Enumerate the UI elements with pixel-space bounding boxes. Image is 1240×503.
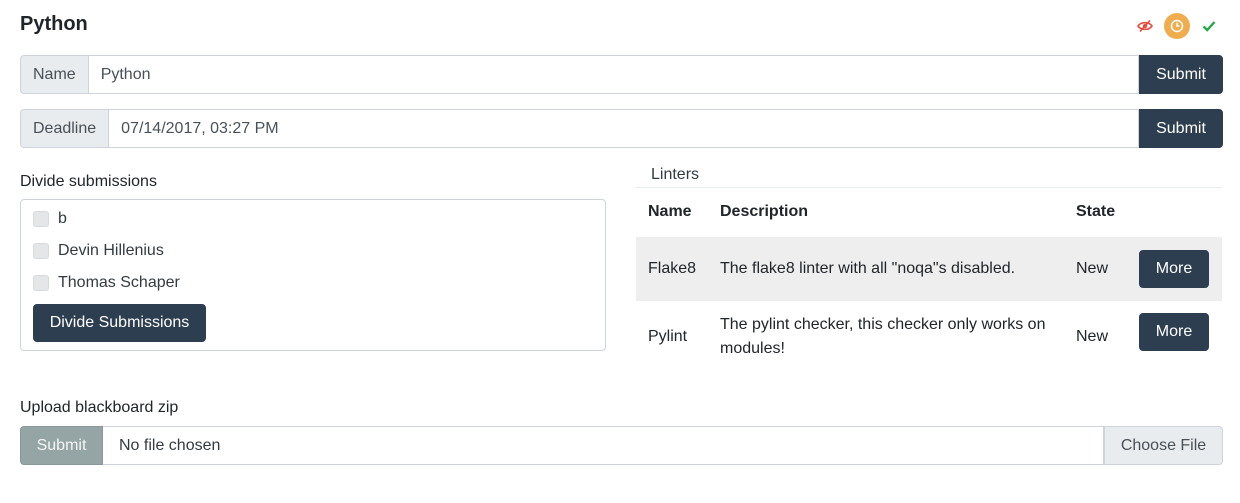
- upload-form: Submit No file chosen Choose File: [20, 426, 1223, 465]
- linter-state: New: [1076, 328, 1109, 345]
- linter-name: Pylint: [648, 328, 688, 345]
- hidden-eye-icon[interactable]: [1132, 13, 1158, 39]
- choose-file-button[interactable]: Choose File: [1104, 426, 1223, 465]
- user-label: b: [58, 210, 67, 227]
- divide-submissions-panel: b Devin Hillenius Thomas Schaper Divide …: [20, 199, 606, 351]
- column-header-name: Name: [648, 203, 692, 220]
- divide-submissions-button[interactable]: Divide Submissions: [33, 304, 206, 342]
- deadline-label: Deadline: [20, 109, 109, 148]
- assignment-status-icons: [1132, 13, 1222, 39]
- user-checkbox[interactable]: [33, 211, 49, 227]
- linter-description: The flake8 linter with all "noqa"s disab…: [720, 260, 1016, 277]
- table-row: Flake8 The flake8 linter with all "noqa"…: [636, 237, 1222, 301]
- column-header-state: State: [1076, 203, 1116, 220]
- linters-divider: [636, 187, 1222, 188]
- name-label: Name: [20, 55, 88, 94]
- deadline-form: Deadline 07/14/2017, 03:27 PM Submit: [20, 109, 1223, 148]
- linter-state: New: [1076, 260, 1109, 277]
- user-checkbox-row[interactable]: b: [33, 210, 67, 228]
- user-checkbox[interactable]: [33, 243, 49, 259]
- user-checkbox-row[interactable]: Thomas Schaper: [33, 274, 180, 292]
- linters-heading: Linters: [651, 166, 700, 183]
- linter-more-button[interactable]: More: [1139, 250, 1209, 288]
- checkmark-icon[interactable]: [1196, 13, 1222, 39]
- name-input[interactable]: Python: [87, 55, 1139, 94]
- upload-heading: Upload blackboard zip: [20, 399, 179, 416]
- name-form: Name Python Submit: [20, 55, 1223, 94]
- linter-name: Flake8: [648, 260, 697, 277]
- deadline-input[interactable]: 07/14/2017, 03:27 PM: [108, 109, 1139, 148]
- divide-submissions-heading: Divide submissions: [20, 173, 157, 190]
- column-header-description: Description: [720, 203, 809, 220]
- upload-submit-button[interactable]: Submit: [20, 426, 103, 465]
- linter-description: The pylint checker, this checker only wo…: [720, 316, 1046, 357]
- table-row: Pylint The pylint checker, this checker …: [636, 301, 1222, 371]
- user-checkbox[interactable]: [33, 275, 49, 291]
- clock-icon[interactable]: [1164, 13, 1190, 39]
- user-label: Thomas Schaper: [58, 274, 180, 291]
- user-checkbox-row[interactable]: Devin Hillenius: [33, 242, 164, 260]
- page-title: Python: [20, 13, 88, 35]
- deadline-submit-button[interactable]: Submit: [1139, 109, 1223, 148]
- linter-more-button[interactable]: More: [1139, 313, 1209, 351]
- user-label: Devin Hillenius: [58, 242, 164, 259]
- file-name-display: No file chosen: [103, 426, 1104, 465]
- name-submit-button[interactable]: Submit: [1139, 55, 1223, 94]
